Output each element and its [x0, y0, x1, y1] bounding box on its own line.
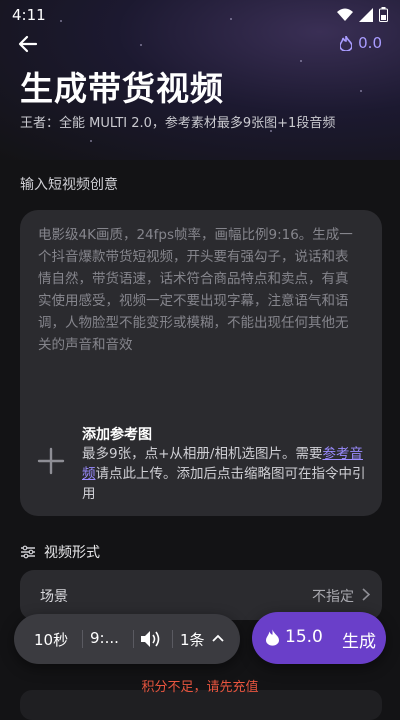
generate-cost: 15.0	[266, 627, 323, 647]
sliders-icon	[21, 545, 35, 559]
prompt-card: 电影级4K画质，24fps帧率，画幅比例9:16。生成一个抖音爆款带货短视频，开…	[20, 210, 382, 516]
status-time: 4:11	[12, 6, 46, 24]
video-format-section: 视频形式	[20, 542, 100, 562]
chevron-right-icon	[362, 588, 370, 601]
system-icons	[337, 7, 388, 22]
options-toolbar: 10秒 9:... 1条	[14, 614, 240, 664]
divider	[172, 630, 173, 648]
generate-cost-value: 15.0	[285, 627, 323, 647]
status-bar: 4:11	[0, 0, 400, 30]
prompt-section-label: 输入短视频创意	[20, 177, 118, 193]
add-reference-title: 添加参考图	[82, 427, 152, 443]
scene-value: 不指定	[312, 589, 354, 605]
back-arrow-icon[interactable]	[16, 32, 40, 56]
add-reference-description: 最多9张，点+从相册/相机选图片。需要参考音频请点此上传。添加后点击缩略图可在指…	[82, 444, 372, 504]
generate-label: 生成	[342, 632, 376, 652]
signal-icon	[359, 7, 373, 22]
page-subtitle: 王者：全能 MULTI 2.0，参考素材最多9张图+1段音频	[20, 116, 336, 131]
divider	[82, 630, 83, 648]
duration-option[interactable]: 10秒	[34, 629, 68, 650]
flame-icon	[266, 628, 279, 646]
page-title: 生成带货视频	[20, 69, 224, 108]
insufficient-points-warning: 积分不足，请先充值	[141, 680, 259, 695]
points-value: 0.0	[358, 34, 382, 52]
chevron-up-icon[interactable]	[212, 634, 224, 642]
points-balance[interactable]: 0.0	[340, 34, 382, 52]
add-reference-plus-icon[interactable]	[36, 446, 66, 476]
generate-button[interactable]: 15.0 生成	[252, 612, 386, 664]
prompt-textarea[interactable]: 电影级4K画质，24fps帧率，画幅比例9:16。生成一个抖音爆款带货短视频，开…	[38, 224, 360, 356]
scene-label: 场景	[40, 589, 68, 605]
ratio-option[interactable]: 9:...	[90, 629, 119, 647]
battery-icon	[379, 7, 388, 22]
speaker-icon[interactable]	[140, 630, 162, 648]
flame-icon	[340, 35, 353, 51]
reference-desc-after: 请点此上传。添加后点击缩略图可在指令中引用	[82, 466, 366, 502]
divider	[133, 630, 134, 648]
video-format-label: 视频形式	[44, 545, 100, 561]
count-option[interactable]: 1条	[180, 629, 205, 650]
wifi-icon	[337, 8, 353, 21]
reference-desc-before: 最多9张，点+从相册/相机选图片。需要	[82, 446, 323, 462]
